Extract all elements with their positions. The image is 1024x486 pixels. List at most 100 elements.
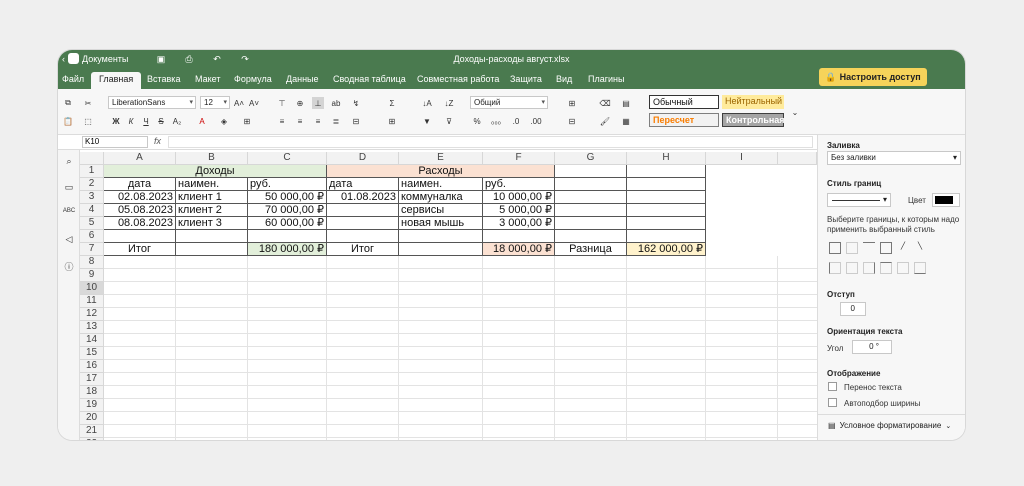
tab-formula[interactable]: Формула	[234, 72, 272, 89]
cell-d2[interactable]: дата	[327, 178, 399, 191]
border-style-select[interactable]: ▾	[827, 193, 891, 207]
delete-cells-icon[interactable]: ⊟	[566, 115, 578, 127]
cell-f6[interactable]	[483, 230, 555, 243]
sort-asc-icon[interactable]: ↓A	[421, 97, 433, 109]
row-header-5[interactable]: 5	[80, 217, 104, 230]
col-header-c[interactable]: C	[248, 152, 327, 165]
cell-b6[interactable]	[176, 230, 248, 243]
cell-c3[interactable]: 50 000,00 ₽	[248, 191, 327, 204]
cell-f5[interactable]: 3 000,00 ₽	[483, 217, 555, 230]
cell-e3[interactable]: коммуналка	[399, 191, 483, 204]
merge-cells-icon[interactable]: ⊟	[350, 115, 362, 127]
select-all-corner[interactable]	[80, 152, 104, 165]
row-header-13[interactable]: 13	[80, 321, 104, 334]
row-header-3[interactable]: 3	[80, 191, 104, 204]
increase-decimal-icon[interactable]: .0	[510, 115, 522, 127]
right-border-icon[interactable]	[863, 262, 875, 274]
row-header-14[interactable]: 14	[80, 334, 104, 347]
cell-c6[interactable]	[248, 230, 327, 243]
tab-plugins[interactable]: Плагины	[588, 72, 624, 89]
row-header-18[interactable]: 18	[80, 386, 104, 399]
cell-h1[interactable]	[627, 165, 706, 178]
row-header-21[interactable]: 21	[80, 425, 104, 438]
row-header-8[interactable]: 8	[80, 256, 104, 269]
cell-g4[interactable]	[555, 204, 627, 217]
cell-g3[interactable]	[555, 191, 627, 204]
cell-a3[interactable]: 02.08.2023	[104, 191, 176, 204]
cell-g2[interactable]	[555, 178, 627, 191]
cell-a1[interactable]: Доходы	[104, 165, 327, 178]
insert-cells-icon[interactable]: ⊞	[566, 97, 578, 109]
sort-desc-icon[interactable]: ↓Z	[443, 97, 455, 109]
row-header-7[interactable]: 7	[80, 243, 104, 256]
conditional-format-button[interactable]: ▤ Условное форматирование ⌄	[828, 421, 951, 430]
row-header-20[interactable]: 20	[80, 412, 104, 425]
conditional-format-icon[interactable]: ▤	[620, 97, 632, 109]
format-as-table-icon[interactable]: ▦	[620, 115, 632, 127]
underline-icon[interactable]: Ч	[140, 115, 152, 127]
cell-h6[interactable]	[627, 230, 706, 243]
bold-icon[interactable]: Ж	[110, 115, 122, 127]
row-header-6[interactable]: 6	[80, 230, 104, 243]
border-color-picker[interactable]	[932, 193, 960, 207]
search-icon[interactable]: ⌕	[62, 156, 76, 168]
cell-h5[interactable]	[627, 217, 706, 230]
cell-d4[interactable]	[327, 204, 399, 217]
wrap-text-checkbox[interactable]	[828, 382, 837, 391]
cell-b5[interactable]: клиент 3	[176, 217, 248, 230]
horizontal-inner-icon[interactable]	[863, 242, 875, 254]
cell-a6[interactable]	[104, 230, 176, 243]
cell-h7[interactable]: 162 000,00 ₽	[627, 243, 706, 256]
row-header-10[interactable]: 10	[80, 282, 104, 295]
col-header-g[interactable]: G	[555, 152, 627, 165]
cell-d5[interactable]	[327, 217, 399, 230]
increase-font-icon[interactable]: A˄	[233, 97, 245, 109]
sum-icon[interactable]: Σ	[386, 97, 398, 109]
number-format-select[interactable]: Общий ▾	[470, 96, 548, 109]
select-all-icon[interactable]: ⬚	[82, 115, 94, 127]
bottom-border-icon[interactable]	[914, 262, 926, 274]
font-size-select[interactable]: 12 ▾	[200, 96, 230, 109]
cell-b2[interactable]: наимен.	[176, 178, 248, 191]
spellcheck-icon[interactable]: ABC	[62, 208, 76, 220]
cell-a4[interactable]: 05.08.2023	[104, 204, 176, 217]
tab-view[interactable]: Вид	[556, 72, 572, 89]
clear-icon[interactable]: ⌫	[599, 97, 611, 109]
col-header-e[interactable]: E	[399, 152, 483, 165]
outer-border-icon[interactable]	[880, 242, 892, 254]
cell-h2[interactable]	[627, 178, 706, 191]
align-top-icon[interactable]: ⊤	[276, 97, 288, 109]
row-header-19[interactable]: 19	[80, 399, 104, 412]
col-header-d[interactable]: D	[327, 152, 399, 165]
cell-a7[interactable]: Итог	[104, 243, 176, 256]
cell-f7[interactable]: 18 000,00 ₽	[483, 243, 555, 256]
tab-file[interactable]: Файл	[62, 72, 84, 89]
tab-layout[interactable]: Макет	[195, 72, 220, 89]
col-header-f[interactable]: F	[483, 152, 555, 165]
tab-protection[interactable]: Защита	[510, 72, 542, 89]
cell-a5[interactable]: 08.08.2023	[104, 217, 176, 230]
copy-icon[interactable]: ⧉	[62, 97, 74, 109]
tab-data[interactable]: Данные	[286, 72, 319, 89]
col-header-b[interactable]: B	[176, 152, 248, 165]
row-header-15[interactable]: 15	[80, 347, 104, 360]
align-center-icon[interactable]: ≡	[294, 115, 306, 127]
cell-e4[interactable]: сервисы	[399, 204, 483, 217]
font-name-select[interactable]: LiberationSans ▾	[108, 96, 196, 109]
cell-g1[interactable]	[555, 165, 627, 178]
autofit-checkbox[interactable]	[828, 398, 837, 407]
cut-icon[interactable]: ✂	[82, 97, 94, 109]
align-middle-icon[interactable]: ⊕	[294, 97, 306, 109]
cell-f4[interactable]: 5 000,00 ₽	[483, 204, 555, 217]
cell-a2[interactable]: дата	[104, 178, 176, 191]
fill-select[interactable]: Без заливки ▾	[827, 151, 961, 165]
cell-e2[interactable]: наимен.	[399, 178, 483, 191]
wrap-icon[interactable]: ↯	[350, 97, 362, 109]
cell-d7[interactable]: Итог	[327, 243, 399, 256]
row-header-17[interactable]: 17	[80, 373, 104, 386]
cell-e7[interactable]	[399, 243, 483, 256]
clear-filter-icon[interactable]: ⊽	[443, 115, 455, 127]
font-color-icon[interactable]: A	[196, 115, 208, 127]
indent-stepper[interactable]: 0	[840, 302, 866, 316]
cell-b7[interactable]	[176, 243, 248, 256]
